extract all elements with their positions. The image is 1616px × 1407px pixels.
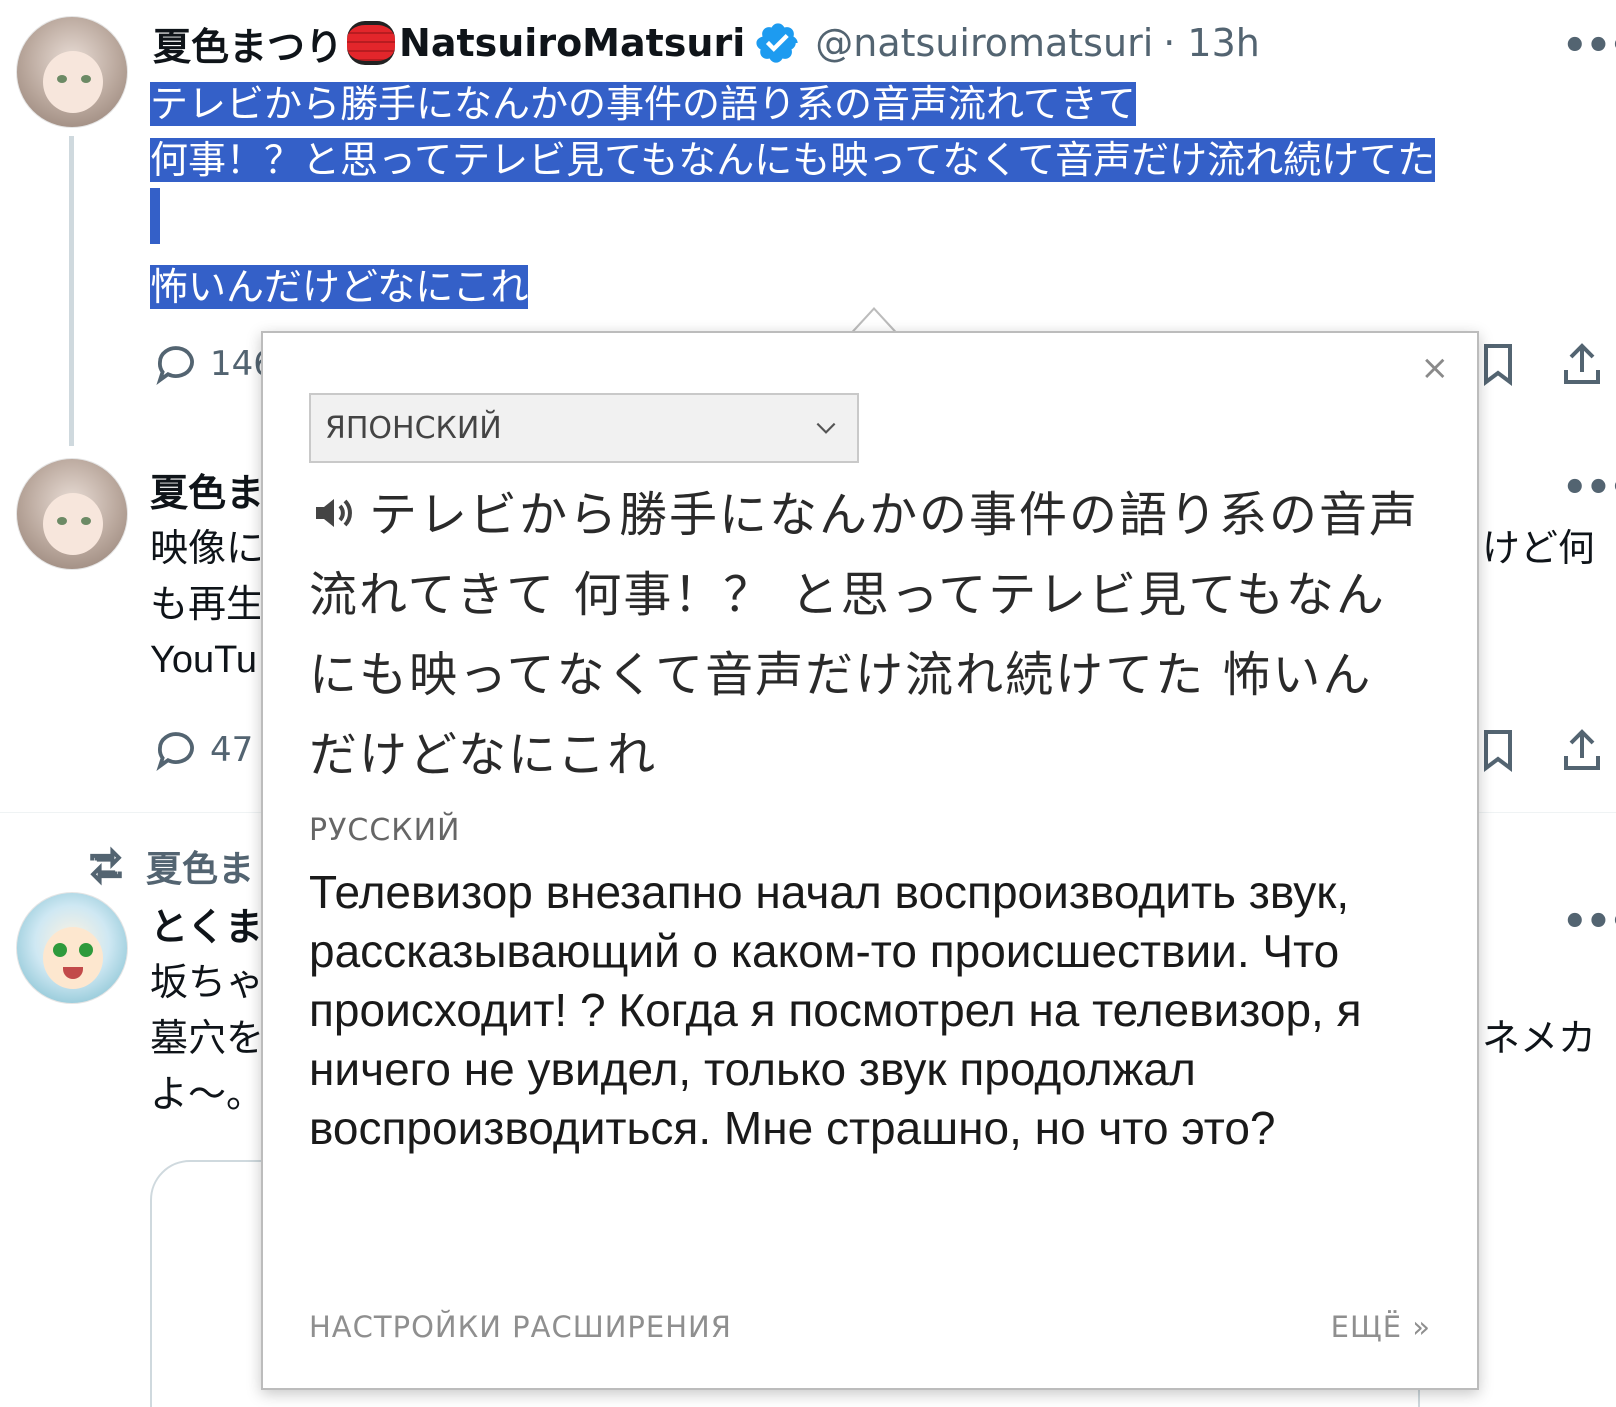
extension-settings-link[interactable]: НАСТРОЙКИ РАСШИРЕНИЯ (309, 1310, 732, 1344)
retweet-indicator: 夏色ま (84, 840, 256, 892)
translation-text: Телевизор внезапно начал воспроизводить … (309, 866, 1362, 1154)
tweet-line: テレビから勝手になんかの事件の語り系の音声流れてきて (150, 82, 1136, 126)
avatar[interactable] (16, 892, 128, 1004)
thread-line (69, 136, 74, 446)
share-button[interactable] (1558, 726, 1606, 774)
tweet-text-fragment: 映像に (150, 526, 260, 570)
tweet-line: 怖いんだけどなにこれ (150, 265, 529, 309)
tweet-text-fragment: 墓穴を (150, 1016, 260, 1060)
source-language-value: ЯПОНСКИЙ (325, 410, 502, 446)
display-name[interactable]: 夏色ま (150, 462, 260, 517)
verified-badge-icon[interactable] (755, 20, 801, 66)
reply-count: 47 (210, 730, 254, 770)
reply-button[interactable]: 146 (152, 340, 275, 388)
retweeted-by[interactable]: 夏色ま (146, 840, 256, 892)
more-options-icon[interactable]: ••• (1562, 902, 1616, 942)
source-text: テレビから勝手になんかの事件の語り系の音声流れてきて 何事！？ と思ってテレビ見… (309, 475, 1419, 795)
handle[interactable]: @natsuiromatsuri (815, 21, 1153, 65)
tweet-line: 何事！？と思ってテレビ見てもなんにも映ってなくて音声だけ流れ続けてた (150, 138, 1436, 182)
bookmark-icon (1484, 344, 1512, 386)
tweet-header: 夏色まつり NatsuiroMatsuri @natsuiromatsuri ·… (153, 16, 1260, 71)
source-language-select[interactable]: ЯПОНСКИЙ (309, 393, 859, 463)
tweet-text-fragment: けど何 (1482, 526, 1592, 570)
chevron-down-icon (816, 422, 836, 434)
share-icon (1564, 729, 1600, 770)
reply-icon (156, 732, 194, 771)
more-options-icon[interactable]: ••• (1562, 468, 1616, 508)
retweet-icon (90, 846, 122, 886)
source-text-content: テレビから勝手になんかの事件の語り系の音声流れてきて 何事！？ と思ってテレビ見… (309, 487, 1420, 783)
speaker-icon[interactable] (309, 489, 359, 537)
lantern-emoji-icon (347, 21, 396, 65)
tweet-text-fragment: 坂ちゃ (150, 960, 260, 1004)
display-name[interactable]: とくま (150, 896, 260, 951)
reply-icon (156, 346, 194, 385)
share-button[interactable] (1558, 340, 1606, 388)
reply-button[interactable]: 47 (152, 726, 253, 774)
bookmark-button[interactable] (1474, 726, 1522, 774)
tweet-text-fragment: YouTu (150, 639, 258, 681)
timestamp[interactable]: · 13h (1163, 21, 1260, 65)
display-name[interactable]: 夏色まつり (153, 16, 343, 71)
translation-popup: × ЯПОНСКИЙ テレビから勝手になんかの事件の語り系の音声流れてきて 何事… (261, 331, 1479, 1390)
target-language-label: РУССКИЙ (309, 813, 461, 848)
more-link[interactable]: ЕЩЁ » (1331, 1310, 1431, 1344)
share-icon (1564, 343, 1600, 384)
avatar[interactable] (16, 458, 128, 570)
more-options-icon[interactable]: ••• (1562, 26, 1616, 66)
avatar[interactable] (16, 16, 128, 128)
popup-pointer (850, 307, 898, 334)
display-name-en[interactable]: NatsuiroMatsuri (399, 21, 745, 65)
close-icon[interactable]: × (1421, 351, 1450, 385)
bookmark-button[interactable] (1474, 340, 1522, 388)
tweet-text-fragment: ネメカ (1482, 1016, 1592, 1060)
tweet-text-fragment: よ～。 (150, 1072, 260, 1116)
tweet-text-fragment: も再生 (150, 582, 260, 626)
tweet-text: テレビから勝手になんかの事件の語り系の音声流れてきて 何事！？と思ってテレビ見て… (150, 76, 1580, 315)
bookmark-icon (1484, 730, 1512, 772)
selected-blank-line (150, 188, 160, 244)
